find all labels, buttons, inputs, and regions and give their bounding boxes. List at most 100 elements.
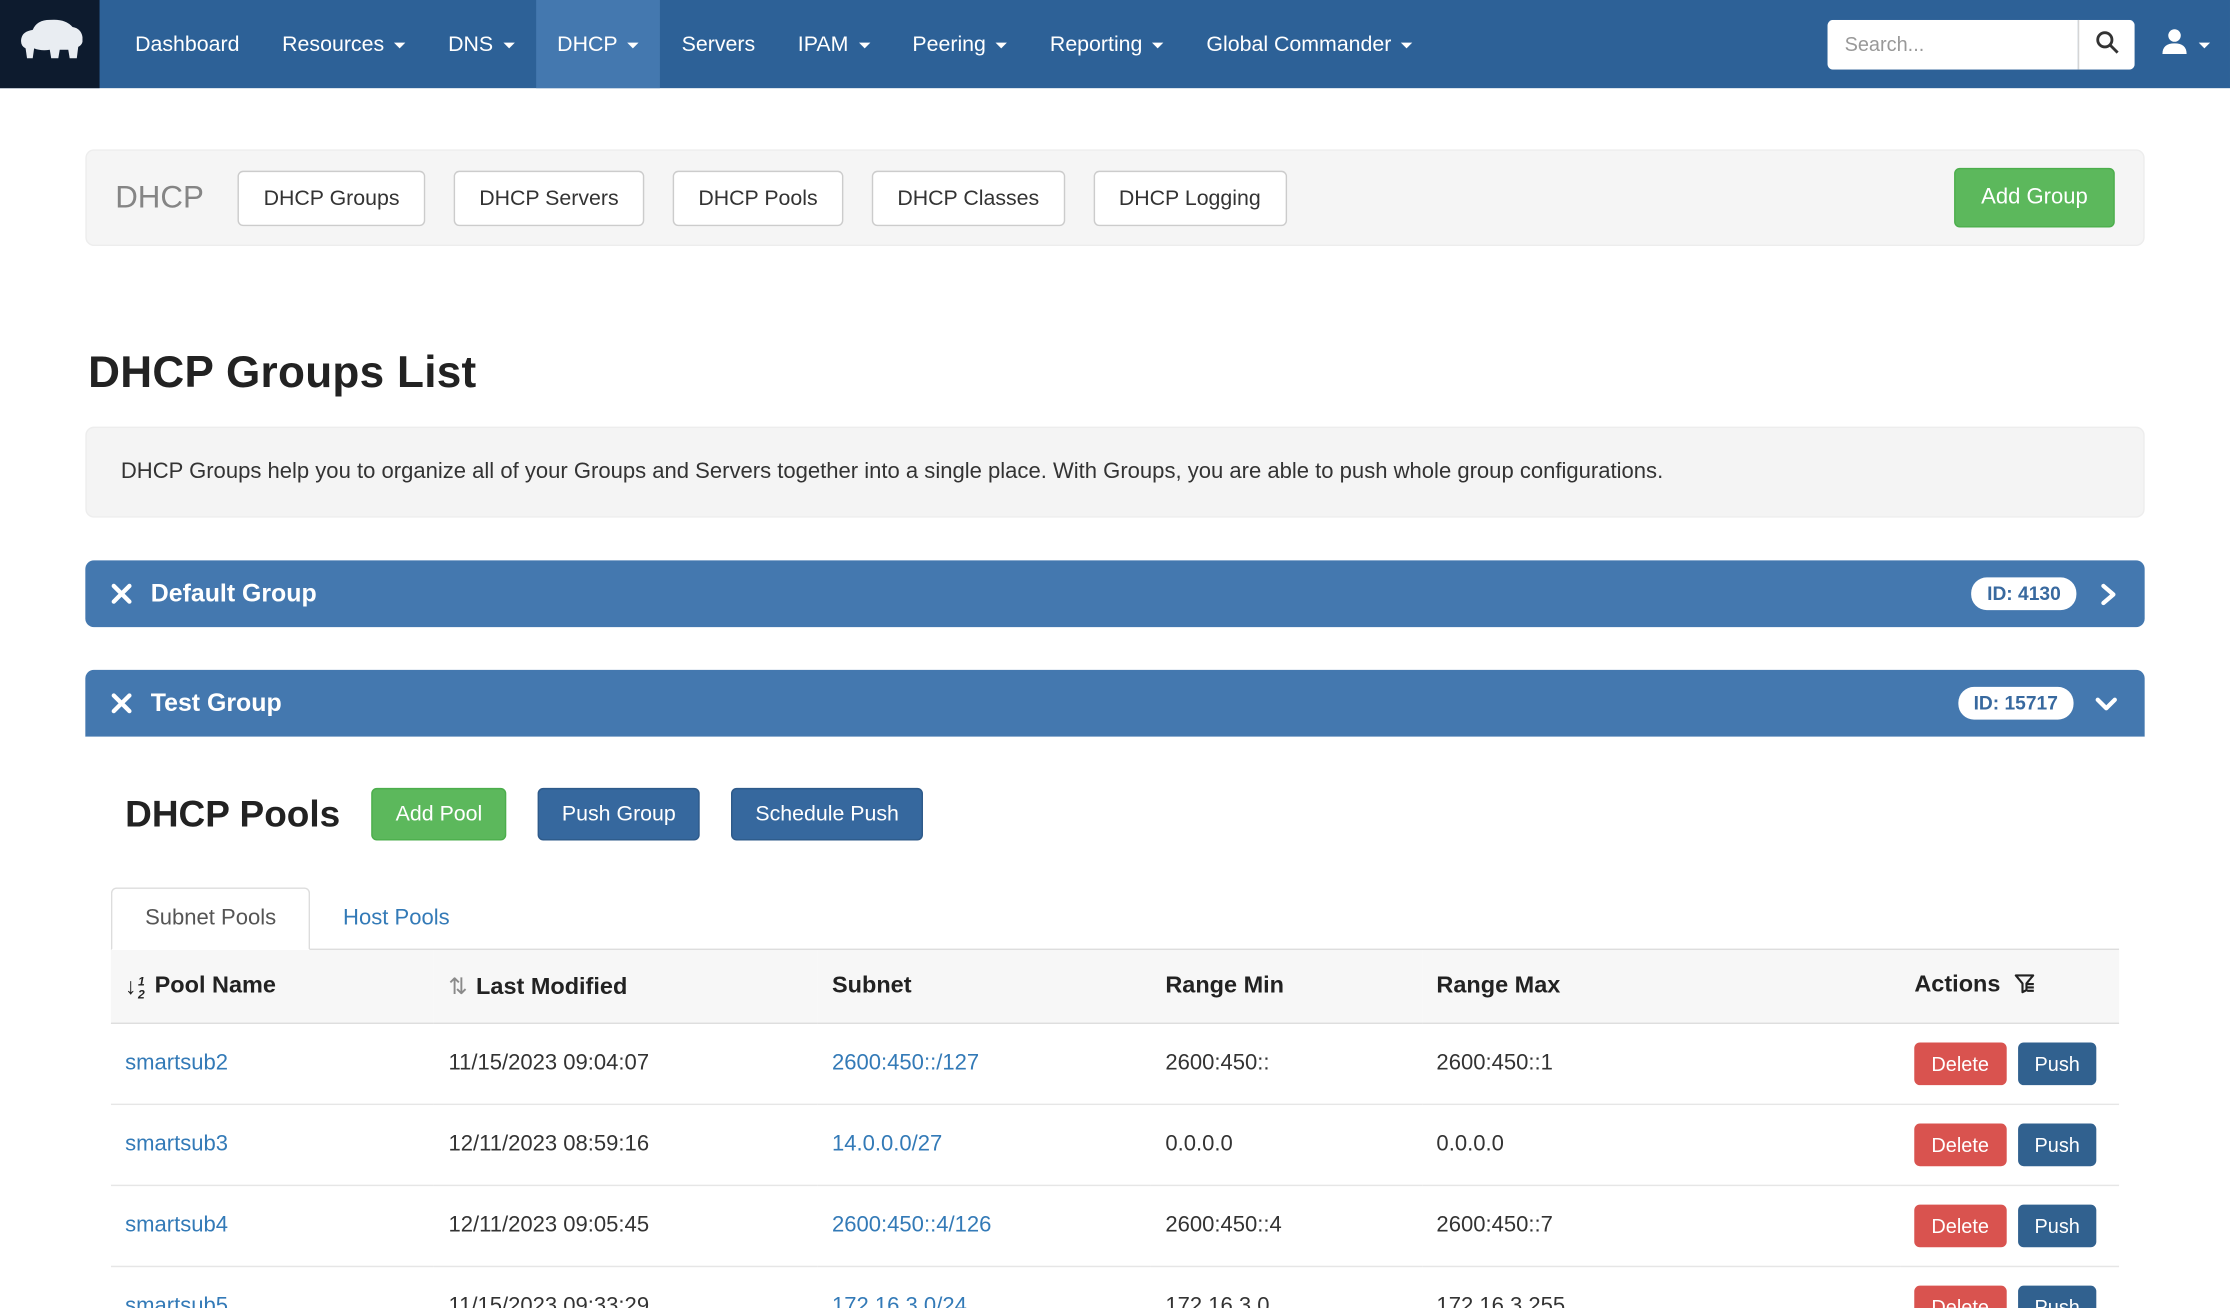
- nav-item-dns[interactable]: DNS: [427, 0, 536, 88]
- delete-button[interactable]: Delete: [1914, 1124, 2006, 1167]
- user-menu[interactable]: [2157, 23, 2210, 64]
- nav-item-ipam[interactable]: IPAM: [776, 0, 891, 88]
- push-button[interactable]: Push: [2017, 1205, 2097, 1248]
- nav-item-global-commander[interactable]: Global Commander: [1185, 0, 1434, 88]
- search-button[interactable]: [2078, 19, 2135, 69]
- filter-icon[interactable]: [2013, 973, 2034, 1001]
- group-header-default[interactable]: Default Group ID: 4130: [85, 560, 2144, 627]
- app-root: Dashboard Resources DNS DHCP Servers IPA…: [0, 0, 2230, 1308]
- group-test: Test Group ID: 15717 DHCP Pools Add Pool…: [85, 670, 2144, 1308]
- search-input[interactable]: [1828, 19, 2078, 69]
- subnet-link[interactable]: 2600:450::4/126: [832, 1213, 991, 1237]
- remove-group-icon[interactable]: [111, 583, 132, 604]
- table-row: smartsub5 11/15/2023 09:33:29 172.16.3.0…: [111, 1266, 2119, 1308]
- header-label: Range Min: [1165, 973, 1284, 999]
- range-min-cell: 2600:450::: [1151, 1023, 1422, 1104]
- pool-name-link[interactable]: smartsub3: [125, 1132, 228, 1156]
- header-pool-name[interactable]: ↓12Pool Name: [111, 950, 434, 1023]
- last-modified-cell: 12/11/2023 08:59:16: [434, 1104, 818, 1185]
- dhcp-classes-button[interactable]: DHCP Classes: [872, 170, 1065, 225]
- range-min-cell: 0.0.0.0: [1151, 1104, 1422, 1185]
- nav-label: Global Commander: [1206, 32, 1391, 56]
- range-min-cell: 2600:450::4: [1151, 1185, 1422, 1266]
- delete-button[interactable]: Delete: [1914, 1205, 2006, 1248]
- group-header-test[interactable]: Test Group ID: 15717: [85, 670, 2144, 737]
- header-label: Range Max: [1436, 973, 1560, 999]
- dhcp-logging-button[interactable]: DHCP Logging: [1093, 170, 1286, 225]
- chevron-down-icon: [996, 43, 1007, 49]
- dhcp-servers-button[interactable]: DHCP Servers: [454, 170, 645, 225]
- group-default: Default Group ID: 4130: [85, 560, 2144, 627]
- tab-subnet-pools[interactable]: Subnet Pools: [111, 887, 310, 950]
- nav-label: Dashboard: [135, 32, 239, 56]
- table-header-row: ↓12Pool Name ⇅Last Modified Subnet Range…: [111, 950, 2119, 1023]
- table-row: smartsub4 12/11/2023 09:05:45 2600:450::…: [111, 1185, 2119, 1266]
- user-icon: [2157, 23, 2191, 64]
- group-id-badge: ID: 4130: [1971, 577, 2076, 610]
- search-icon: [2095, 30, 2119, 58]
- group-name: Test Group: [151, 688, 282, 718]
- nav-item-reporting[interactable]: Reporting: [1029, 0, 1186, 88]
- range-max-cell: 2600:450::1: [1422, 1023, 1900, 1104]
- pool-name-link[interactable]: smartsub5: [125, 1294, 228, 1308]
- nav-label: Servers: [682, 32, 756, 56]
- last-modified-cell: 12/11/2023 09:05:45: [434, 1185, 818, 1266]
- header-subnet[interactable]: Subnet: [818, 950, 1151, 1023]
- group-name: Default Group: [151, 579, 317, 609]
- sort-icon[interactable]: ⇅: [448, 975, 467, 999]
- pool-tabs: Subnet Pools Host Pools: [111, 887, 2119, 950]
- push-button[interactable]: Push: [2017, 1042, 2097, 1085]
- range-max-cell: 172.16.3.255: [1422, 1266, 1900, 1308]
- row-actions: Delete Push: [1914, 1286, 2104, 1308]
- chevron-down-icon: [628, 43, 639, 49]
- push-button[interactable]: Push: [2017, 1286, 2097, 1308]
- row-actions: Delete Push: [1914, 1124, 2104, 1167]
- row-actions: Delete Push: [1914, 1205, 2104, 1248]
- nav-item-resources[interactable]: Resources: [261, 0, 427, 88]
- chevron-down-icon: [858, 43, 869, 49]
- range-max-cell: 0.0.0.0: [1422, 1104, 1900, 1185]
- dhcp-groups-button[interactable]: DHCP Groups: [238, 170, 425, 225]
- last-modified-cell: 11/15/2023 09:33:29: [434, 1266, 818, 1308]
- row-actions: Delete Push: [1914, 1042, 2104, 1085]
- group-id-badge: ID: 15717: [1958, 687, 2074, 720]
- chevron-down-icon[interactable]: [2093, 692, 2119, 715]
- subnet-link[interactable]: 172.16.3.0/24: [832, 1294, 967, 1308]
- delete-button[interactable]: Delete: [1914, 1286, 2006, 1308]
- nav-item-dashboard[interactable]: Dashboard: [114, 0, 261, 88]
- pool-name-link[interactable]: smartsub2: [125, 1051, 228, 1075]
- search-box: [1828, 19, 2135, 69]
- add-group-button[interactable]: Add Group: [1954, 168, 2115, 228]
- header-range-min[interactable]: Range Min: [1151, 950, 1422, 1023]
- group-body: DHCP Pools Add Pool Push Group Schedule …: [85, 737, 2144, 1308]
- remove-group-icon[interactable]: [111, 693, 132, 714]
- sort-numeric-icon[interactable]: ↓12: [125, 975, 145, 1000]
- header-last-modified[interactable]: ⇅Last Modified: [434, 950, 818, 1023]
- push-group-button[interactable]: Push Group: [538, 788, 700, 841]
- boar-logo-icon: [17, 16, 82, 71]
- page-description: DHCP Groups help you to organize all of …: [85, 427, 2144, 518]
- pool-name-link[interactable]: smartsub4: [125, 1213, 228, 1237]
- app-logo[interactable]: [0, 0, 100, 88]
- dhcp-pools-button[interactable]: DHCP Pools: [673, 170, 844, 225]
- subnet-link[interactable]: 14.0.0.0/27: [832, 1132, 942, 1156]
- nav-item-dhcp[interactable]: DHCP: [536, 0, 660, 88]
- schedule-push-button[interactable]: Schedule Push: [731, 788, 923, 841]
- nav-item-servers[interactable]: Servers: [660, 0, 776, 88]
- table-row: smartsub2 11/15/2023 09:04:07 2600:450::…: [111, 1023, 2119, 1104]
- nav-items: Dashboard Resources DNS DHCP Servers IPA…: [114, 0, 1434, 88]
- dhcp-pools-header: DHCP Pools Add Pool Push Group Schedule …: [125, 737, 2119, 841]
- delete-button[interactable]: Delete: [1914, 1042, 2006, 1085]
- nav-item-peering[interactable]: Peering: [891, 0, 1029, 88]
- panel-title: DHCP Pools: [125, 792, 340, 836]
- header-label: Subnet: [832, 973, 912, 999]
- tab-host-pools[interactable]: Host Pools: [310, 889, 482, 949]
- subnet-link[interactable]: 2600:450::/127: [832, 1051, 979, 1075]
- push-button[interactable]: Push: [2017, 1124, 2097, 1167]
- header-range-max[interactable]: Range Max: [1422, 950, 1900, 1023]
- range-max-cell: 2600:450::7: [1422, 1185, 1900, 1266]
- add-pool-button[interactable]: Add Pool: [372, 788, 507, 841]
- chevron-right-icon[interactable]: [2096, 581, 2119, 607]
- chevron-down-icon: [394, 43, 405, 49]
- nav-label: IPAM: [798, 32, 849, 56]
